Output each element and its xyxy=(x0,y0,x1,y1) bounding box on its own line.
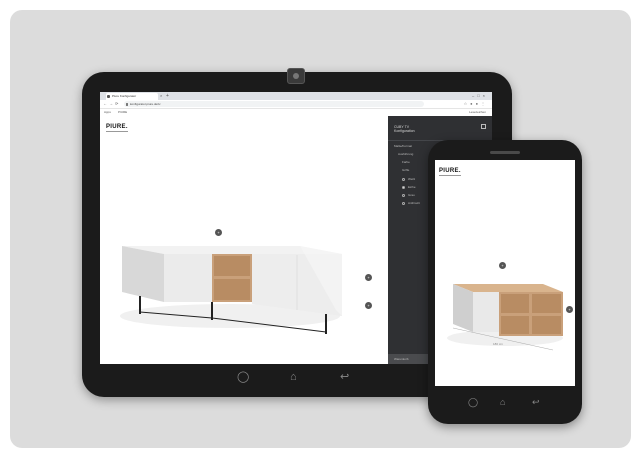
radio-option-selected[interactable] xyxy=(402,186,405,189)
shelf-cavity-upper xyxy=(214,256,250,276)
radio-option[interactable] xyxy=(402,194,405,197)
recents-icon[interactable]: ◯ xyxy=(237,370,249,384)
bookmark-apps[interactable]: Apps xyxy=(104,109,111,115)
cabinet-left-end xyxy=(122,246,164,302)
dimension-label: 180 cm xyxy=(493,342,503,346)
group-label[interactable]: Griffe xyxy=(402,168,409,172)
back-icon[interactable]: ↩ xyxy=(340,370,349,384)
forward-arrow-icon[interactable]: → xyxy=(109,100,113,108)
sideboard-render xyxy=(120,246,342,334)
address-bar-url: konfigurator.piure.de/tv xyxy=(130,102,161,106)
browser-tab-title: Piure Konfigurator xyxy=(112,94,137,98)
recents-icon[interactable]: ◯ xyxy=(468,396,478,408)
section-title: Konfiguration xyxy=(394,129,415,133)
phone-device: PIURE. + + 180 cm ◯ ⌂ ↩ xyxy=(428,140,582,424)
shelf-cavity xyxy=(501,316,529,334)
group-label[interactable]: Ausführung xyxy=(398,152,413,156)
plus-hotspot-icon[interactable]: + xyxy=(499,262,506,269)
group-label[interactable]: Farbe xyxy=(402,160,410,164)
cabinet-door xyxy=(473,292,499,332)
bookmark-folder[interactable]: Lesezeichen xyxy=(469,109,486,115)
shelf-cavity xyxy=(501,294,529,313)
shelf-cavity xyxy=(532,316,561,334)
phone-speaker xyxy=(490,151,520,154)
browser-tab-strip: Piure Konfigurator × + –□× xyxy=(100,92,492,100)
home-icon[interactable]: ⌂ xyxy=(290,370,297,384)
lock-icon xyxy=(126,102,128,106)
reload-icon[interactable]: ⟳ xyxy=(115,100,118,108)
footer-label[interactable]: Warenkorb xyxy=(394,357,409,361)
home-icon[interactable]: ⌂ xyxy=(500,396,505,408)
bookmarks-bar: Apps PIURE Lesezeichen xyxy=(100,109,492,115)
option-label[interactable]: Weiß xyxy=(408,177,415,181)
phone-sideboard-render xyxy=(447,284,563,351)
phone-screen: PIURE. + + 180 cm xyxy=(435,160,575,386)
option-label[interactable]: Eiche xyxy=(408,185,416,189)
back-icon[interactable]: ↩ xyxy=(532,396,540,408)
plus-hotspot-icon[interactable]: + xyxy=(365,302,372,309)
address-bar[interactable]: konfigurator.piure.de/tv xyxy=(124,101,424,107)
cabinet-left-door xyxy=(164,254,212,302)
browser-toolbar: ← → ⟳ konfigurator.piure.de/tv ☆●●⋮ xyxy=(100,100,492,109)
tablet-camera xyxy=(287,68,305,84)
extension-icons[interactable]: ☆●●⋮ xyxy=(464,100,488,108)
bookmark-piure[interactable]: PIURE xyxy=(118,109,127,115)
cabinet-left-end xyxy=(453,284,473,332)
close-tab-icon[interactable]: × xyxy=(160,92,162,100)
option-label[interactable]: Grau xyxy=(408,193,415,197)
favicon-icon xyxy=(107,95,110,98)
option-label[interactable]: Anthrazit xyxy=(408,201,420,205)
browser-tab[interactable]: Piure Konfigurator xyxy=(106,93,158,100)
window-controls[interactable]: –□× xyxy=(472,92,488,100)
shelf-cavity-lower xyxy=(214,279,250,300)
radio-option[interactable] xyxy=(402,202,405,205)
shelf-cavity xyxy=(532,294,561,313)
radio-option[interactable] xyxy=(402,178,405,181)
expand-icon[interactable] xyxy=(481,124,486,129)
new-tab-icon[interactable]: + xyxy=(166,92,169,100)
plus-hotspot-icon[interactable]: + xyxy=(365,274,372,281)
plus-hotspot-icon[interactable]: + xyxy=(215,229,222,236)
group-label[interactable]: Maße/Format xyxy=(394,144,412,148)
plus-hotspot-icon[interactable]: + xyxy=(566,306,573,313)
back-arrow-icon[interactable]: ← xyxy=(103,100,107,108)
